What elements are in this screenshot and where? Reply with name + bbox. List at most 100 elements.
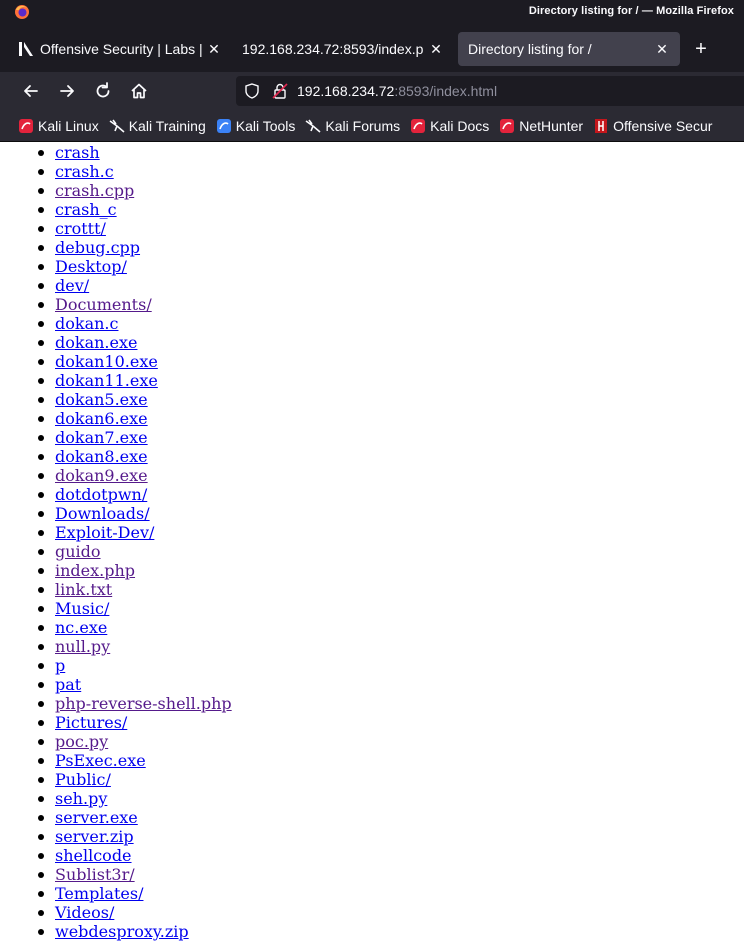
list-item: dotdotpwn/ — [0, 485, 232, 504]
list-item: crottt/ — [0, 219, 232, 238]
file-link[interactable]: dokan5.exe — [55, 390, 148, 409]
bookmark-kali-training[interactable]: Kali Training — [109, 118, 206, 134]
close-tab-icon[interactable]: ✕ — [206, 41, 222, 58]
close-tab-icon[interactable]: ✕ — [654, 41, 670, 58]
file-link[interactable]: dokan.exe — [55, 333, 137, 352]
list-item: Videos/ — [0, 903, 232, 922]
bookmark-kali-docs[interactable]: Kali Docs — [410, 118, 489, 134]
file-link[interactable]: guido — [55, 542, 101, 561]
tab-directory-listing[interactable]: Directory listing for / ✕ — [458, 32, 680, 66]
list-item: php-reverse-shell.php — [0, 694, 232, 713]
list-item: seh.py — [0, 789, 232, 808]
file-link[interactable]: link.txt — [55, 580, 112, 599]
file-link[interactable]: crash_c — [55, 200, 117, 219]
list-item: Public/ — [0, 770, 232, 789]
list-item: Exploit-Dev/ — [0, 523, 232, 542]
file-link[interactable]: dokan9.exe — [55, 466, 148, 485]
file-link[interactable]: Sublist3r/ — [55, 865, 135, 884]
file-link[interactable]: Documents/ — [55, 295, 152, 314]
list-item: pat — [0, 675, 232, 694]
file-link[interactable]: webdesproxy.zip — [55, 922, 189, 941]
file-link[interactable]: null.py — [55, 637, 110, 656]
list-item: dokan8.exe — [0, 447, 232, 466]
kali-dragon-icon — [109, 119, 125, 133]
list-item: Sublist3r/ — [0, 865, 232, 884]
kali-tools-icon — [216, 118, 231, 133]
file-link[interactable]: dotdotpwn/ — [55, 485, 147, 504]
url-host: 192.168.234.72 — [297, 83, 395, 99]
bookmark-label: NetHunter — [519, 117, 584, 134]
forward-arrow-icon[interactable] — [57, 81, 77, 101]
file-link[interactable]: Videos/ — [55, 903, 114, 922]
list-item: shellcode — [0, 846, 232, 865]
list-item: guido — [0, 542, 232, 561]
file-link[interactable]: Desktop/ — [55, 257, 127, 276]
file-link[interactable]: pat — [55, 675, 81, 694]
url-text[interactable]: 192.168.234.72:8593/index.html — [297, 83, 497, 99]
list-item: Pictures/ — [0, 713, 232, 732]
bookmark-offensive-security[interactable]: Offensive Secur — [593, 118, 712, 134]
list-item: dokan7.exe — [0, 428, 232, 447]
file-link[interactable]: debug.cpp — [55, 238, 140, 257]
list-item: crash — [0, 143, 232, 162]
close-tab-icon[interactable]: ✕ — [428, 41, 444, 58]
bookmark-label: Kali Tools — [235, 117, 296, 134]
list-item: dokan5.exe — [0, 390, 232, 409]
bookmark-nethunter[interactable]: NetHunter — [499, 118, 583, 134]
file-link[interactable]: server.zip — [55, 827, 134, 846]
file-link[interactable]: crash.c — [55, 162, 114, 181]
file-link[interactable]: Templates/ — [55, 884, 143, 903]
file-link[interactable]: index.php — [55, 561, 135, 580]
tab-offsec-labs[interactable]: Offensive Security | Labs | ✕ — [8, 32, 232, 66]
reload-icon[interactable] — [93, 81, 113, 101]
file-link[interactable]: Exploit-Dev/ — [55, 523, 154, 542]
file-link[interactable]: Pictures/ — [55, 713, 127, 732]
file-link[interactable]: dokan7.exe — [55, 428, 148, 447]
file-link[interactable]: Public/ — [55, 770, 111, 789]
bookmark-label: Kali Docs — [430, 117, 490, 134]
navigation-toolbar: 192.168.234.72:8593/index.html — [0, 72, 744, 110]
file-link[interactable]: Downloads/ — [55, 504, 150, 523]
file-link[interactable]: crottt/ — [55, 219, 106, 238]
file-link[interactable]: dokan6.exe — [55, 409, 148, 428]
file-link[interactable]: p — [55, 656, 65, 675]
url-path: :8593/index.html — [394, 83, 498, 99]
list-item: nc.exe — [0, 618, 232, 637]
file-link[interactable]: dokan8.exe — [55, 447, 148, 466]
address-bar[interactable]: 192.168.234.72:8593/index.html — [236, 76, 744, 106]
list-item: crash.cpp — [0, 181, 232, 200]
bookmark-kali-tools[interactable]: Kali Tools — [216, 117, 296, 134]
tracking-protection-shield-icon[interactable] — [244, 83, 260, 99]
file-link[interactable]: PsExec.exe — [55, 751, 146, 770]
list-item: null.py — [0, 637, 232, 656]
list-item: dokan6.exe — [0, 409, 232, 428]
offsec-labs-icon — [19, 42, 33, 56]
new-tab-button[interactable]: + — [690, 38, 712, 60]
file-link[interactable]: dokan11.exe — [55, 371, 158, 390]
file-link[interactable]: seh.py — [55, 789, 107, 808]
file-link[interactable]: poc.py — [55, 732, 108, 751]
file-link[interactable]: dokan10.exe — [55, 352, 158, 371]
file-link[interactable]: php-reverse-shell.php — [55, 694, 232, 713]
list-item: server.exe — [0, 808, 232, 827]
insecure-lock-icon[interactable] — [272, 83, 288, 99]
file-link[interactable]: shellcode — [55, 846, 132, 865]
file-link[interactable]: crash.cpp — [55, 181, 134, 200]
tab-strip: Offensive Security | Labs | ✕ 192.168.23… — [0, 24, 744, 72]
list-item: Documents/ — [0, 295, 232, 314]
file-link[interactable]: Music/ — [55, 599, 109, 618]
tab-index-page[interactable]: 192.168.234.72:8593/index.p ✕ — [232, 32, 454, 66]
bookmark-kali-linux[interactable]: Kali Linux — [18, 118, 99, 134]
firefox-logo-icon — [15, 5, 29, 19]
file-link[interactable]: crash — [55, 143, 100, 162]
file-link[interactable]: nc.exe — [55, 618, 107, 637]
list-item: server.zip — [0, 827, 232, 846]
list-item: dokan11.exe — [0, 371, 232, 390]
home-icon[interactable] — [129, 81, 149, 101]
bookmark-label: Kali Linux — [38, 117, 99, 134]
file-link[interactable]: dev/ — [55, 276, 89, 295]
bookmark-kali-forums[interactable]: Kali Forums — [305, 118, 400, 134]
back-arrow-icon[interactable] — [21, 81, 41, 101]
file-link[interactable]: server.exe — [55, 808, 138, 827]
file-link[interactable]: dokan.c — [55, 314, 118, 333]
